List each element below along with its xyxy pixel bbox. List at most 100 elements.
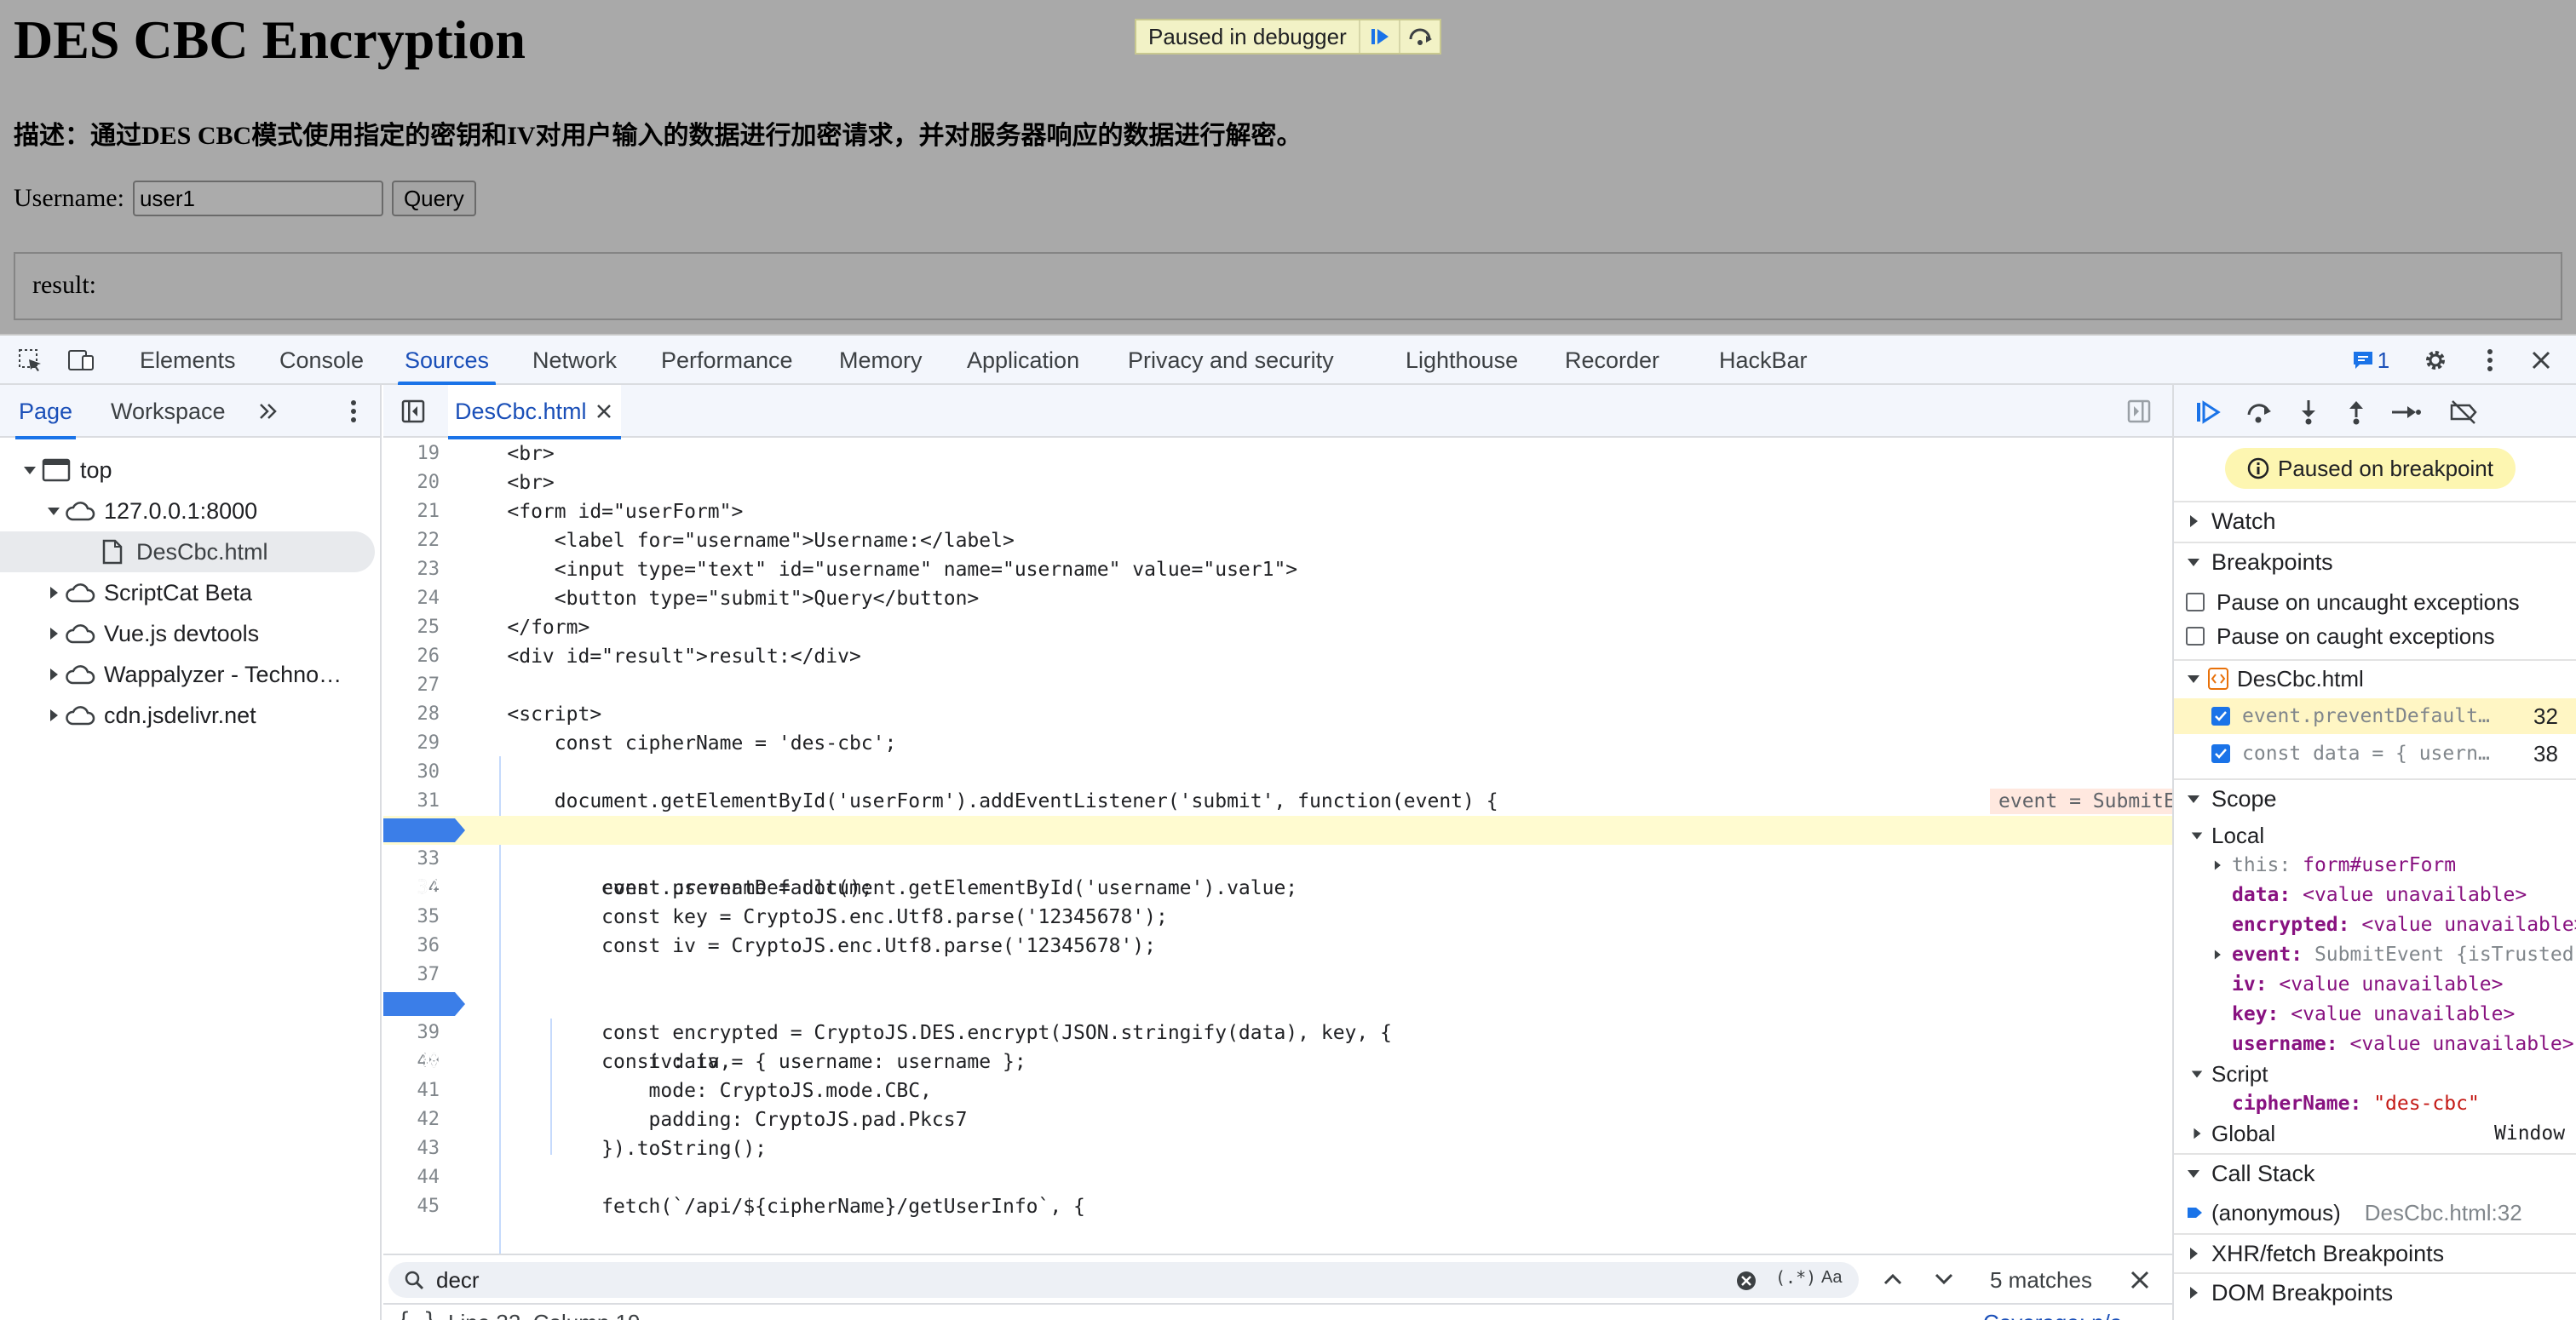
code-line[interactable]: 40 iv: iv, — [383, 1047, 2172, 1076]
resume-icon[interactable] — [1358, 20, 1400, 53]
tab-recorder[interactable]: Recorder — [1565, 336, 1659, 385]
tab-console[interactable]: Console — [279, 336, 364, 385]
clear-search-icon[interactable] — [1736, 1271, 1757, 1291]
resume-icon[interactable] — [2193, 397, 2223, 428]
tab-sources[interactable]: Sources — [397, 336, 497, 385]
code-line[interactable]: 37 — [383, 961, 2172, 990]
code-line[interactable]: 22 <label for="username">Username:</labe… — [383, 526, 2172, 555]
breakpoint-item[interactable]: event.preventDefault… 32 — [2174, 698, 2576, 734]
section-scope[interactable]: Scope — [2174, 778, 2576, 818]
tree-item-descbc-file[interactable]: DesCbc.html — [0, 531, 375, 572]
breakpoint-checkbox[interactable] — [2211, 707, 2230, 726]
nav-tab-workspace[interactable]: Workspace — [111, 385, 226, 438]
code-line[interactable]: 39 const encrypted = CryptoJS.DES.encryp… — [383, 1019, 2172, 1047]
code-line[interactable]: 30 — [383, 758, 2172, 787]
pretty-print-icon[interactable]: { } — [397, 1308, 437, 1320]
scope-var-iv[interactable]: iv: <value unavailable> — [2174, 969, 2576, 999]
tree-item-scriptcat[interactable]: ScriptCat Beta — [0, 572, 380, 613]
code-line[interactable]: 25 </form> — [383, 613, 2172, 642]
pause-uncaught-checkbox[interactable] — [2186, 593, 2205, 611]
pause-uncaught-row[interactable]: Pause on uncaught exceptions — [2174, 586, 2576, 618]
code-line[interactable]: 31 document.getElementById('userForm').a… — [383, 787, 2172, 816]
section-call-stack[interactable]: Call Stack — [2174, 1153, 2576, 1192]
tab-hackbar[interactable]: HackBar — [1719, 336, 1808, 385]
nav-tab-page[interactable]: Page — [14, 385, 77, 439]
tab-descbc-file[interactable]: DesCbc.html — [448, 385, 621, 439]
breakpoint-marker-icon[interactable] — [383, 992, 467, 1016]
more-options-icon[interactable] — [2475, 346, 2504, 375]
section-breakpoints[interactable]: Breakpoints — [2174, 542, 2576, 581]
navigator-menu-icon[interactable] — [339, 397, 368, 426]
code-line[interactable]: 20 <br> — [383, 468, 2172, 497]
scope-var-username[interactable]: username: <value unavailable> — [2174, 1029, 2576, 1059]
match-case-icon[interactable]: Aa — [1821, 1268, 1842, 1288]
deactivate-breakpoints-icon[interactable] — [2448, 397, 2479, 428]
code-line[interactable]: 44 — [383, 1163, 2172, 1192]
toggle-navigator-icon[interactable] — [399, 397, 428, 426]
code-line[interactable]: 34 const username = document.getElementB… — [383, 874, 2172, 903]
code-line[interactable]: 35 const key = CryptoJS.enc.Utf8.parse('… — [383, 903, 2172, 932]
code-line[interactable]: 26 <div id="result">result:</div> — [383, 642, 2172, 671]
scope-script-row[interactable]: Script — [2174, 1059, 2576, 1088]
scope-var-data[interactable]: data: <value unavailable> — [2174, 880, 2576, 910]
tab-memory[interactable]: Memory — [839, 336, 923, 385]
breakpoint-checkbox[interactable] — [2211, 744, 2230, 763]
coverage-status[interactable]: Coverage: n/a — [1983, 1310, 2122, 1320]
code-line[interactable]: 27 — [383, 671, 2172, 700]
search-field[interactable]: decr (.*) Aa — [388, 1262, 1859, 1298]
username-input[interactable]: user1 — [132, 181, 383, 216]
step-over-icon[interactable] — [1399, 20, 1440, 53]
breakpoint-item[interactable]: const data = { usern… 38 — [2174, 736, 2576, 772]
more-tabs-chevron-icon[interactable] — [254, 397, 283, 426]
tab-lighthouse[interactable]: Lighthouse — [1406, 336, 1518, 385]
query-button[interactable]: Query — [391, 181, 476, 216]
tree-item-jsdelivr[interactable]: cdn.jsdelivr.net — [0, 695, 380, 736]
tab-network[interactable]: Network — [532, 336, 617, 385]
tab-application[interactable]: Application — [967, 336, 1079, 385]
toggle-debugger-sidebar-icon[interactable] — [2125, 397, 2153, 426]
section-watch[interactable]: Watch — [2174, 501, 2576, 540]
tree-item-vue-devtools[interactable]: Vue.js devtools — [0, 613, 380, 654]
call-frame[interactable]: (anonymous) DesCbc.html:32 — [2174, 1194, 2576, 1231]
section-xhr-breakpoints[interactable]: XHR/fetch Breakpoints — [2174, 1233, 2576, 1272]
breakpoint-file-row[interactable]: DesCbc.html — [2174, 659, 2576, 697]
code-line[interactable]: 19 <br> — [383, 439, 2172, 468]
issues-icon[interactable]: 1 — [2346, 346, 2395, 375]
code-line[interactable]: 42 padding: CryptoJS.pad.Pkcs7 — [383, 1105, 2172, 1134]
section-dom-breakpoints[interactable]: DOM Breakpoints — [2174, 1272, 2576, 1311]
regex-toggle-icon[interactable]: (.*) — [1775, 1267, 1816, 1288]
code-line[interactable]: 41 mode: CryptoJS.mode.CBC, — [383, 1076, 2172, 1105]
tree-item-wappalyzer[interactable]: Wappalyzer - Techno… — [0, 654, 380, 695]
code-line[interactable]: 28 <script> — [383, 700, 2172, 729]
code-line[interactable]: 33 — [383, 845, 2172, 874]
code-line[interactable]: 29 const cipherName = 'des-cbc'; — [383, 729, 2172, 758]
scope-var-event[interactable]: event: SubmitEvent {isTrusted — [2174, 939, 2576, 969]
pause-caught-checkbox[interactable] — [2186, 627, 2205, 646]
next-match-icon[interactable] — [1934, 1271, 1954, 1288]
code-line[interactable]: 21 <form id="userForm"> — [383, 497, 2172, 526]
code-line[interactable]: 24 <button type="submit">Query</button> — [383, 584, 2172, 613]
close-tab-icon[interactable] — [595, 403, 612, 420]
device-toolbar-icon[interactable] — [66, 346, 95, 375]
tab-privacy-security[interactable]: Privacy and security — [1128, 336, 1334, 385]
tree-item-top[interactable]: top — [0, 450, 380, 491]
tree-item-origin[interactable]: 127.0.0.1:8000 — [0, 491, 380, 531]
scope-var-encrypted[interactable]: encrypted: <value unavailable> — [2174, 910, 2576, 939]
code-line-breakpoint[interactable]: 38 const data = { username: username }; — [383, 990, 2172, 1073]
code-line[interactable]: 36 const iv = CryptoJS.enc.Utf8.parse('1… — [383, 932, 2172, 961]
scope-global-row[interactable]: Global Window — [2174, 1119, 2576, 1148]
step-into-icon[interactable] — [2293, 397, 2324, 428]
close-devtools-icon[interactable] — [2527, 346, 2556, 375]
step-icon[interactable] — [2390, 397, 2421, 428]
previous-match-icon[interactable] — [1883, 1271, 1903, 1288]
breakpoint-marker-icon[interactable] — [383, 818, 467, 842]
step-out-icon[interactable] — [2341, 397, 2372, 428]
code-line[interactable]: 45 fetch(`/api/${cipherName}/getUserInfo… — [383, 1192, 2172, 1221]
tab-performance[interactable]: Performance — [661, 336, 793, 385]
pause-caught-row[interactable]: Pause on caught exceptions — [2174, 620, 2576, 652]
step-over-icon[interactable] — [2244, 397, 2274, 428]
code-line-paused[interactable]: 32 event.preventDefault(); — [383, 816, 2172, 899]
scope-var-this[interactable]: this: form#userForm — [2174, 850, 2576, 880]
code-line[interactable]: 23 <input type="text" id="username" name… — [383, 555, 2172, 584]
close-search-icon[interactable] — [2130, 1270, 2150, 1290]
